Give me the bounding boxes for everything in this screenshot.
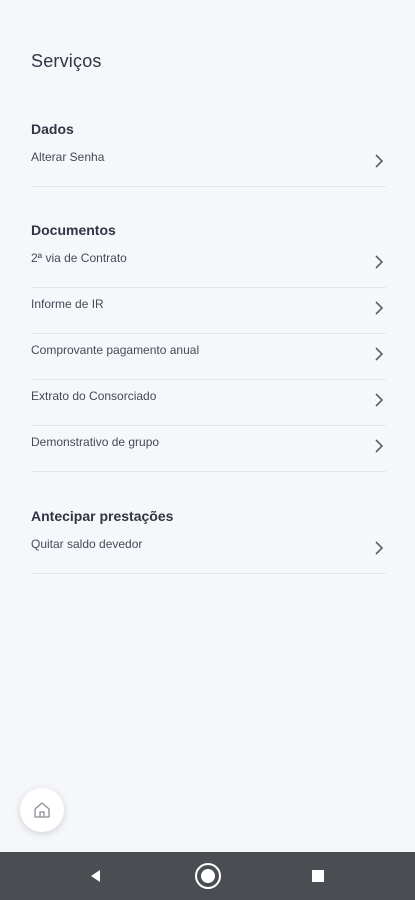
chevron-right-icon — [375, 255, 384, 269]
home-icon — [34, 802, 50, 818]
chevron-right-icon — [375, 154, 384, 168]
menu-item-label: Quitar saldo devedor — [31, 537, 143, 551]
menu-item-label: Extrato do Consorciado — [31, 389, 157, 403]
section-title-antecipar: Antecipar prestações — [31, 508, 174, 524]
section-documentos: Documentos 2ª via de Contrato Informe de… — [31, 220, 386, 472]
chevron-right-icon — [375, 301, 384, 315]
chevron-right-icon — [375, 347, 384, 361]
menu-item-segunda-via-contrato[interactable]: 2ª via de Contrato — [31, 242, 386, 288]
nav-back-button[interactable] — [84, 864, 108, 888]
menu-item-alterar-senha[interactable]: Alterar Senha — [31, 141, 386, 187]
menu-item-label: Comprovante pagamento anual — [31, 343, 200, 357]
section-title-documentos: Documentos — [31, 222, 116, 238]
menu-item-label: Informe de IR — [31, 297, 104, 311]
menu-item-label: Demonstrativo de grupo — [31, 435, 160, 449]
home-circle-icon — [195, 863, 221, 889]
menu-item-label: Alterar Senha — [31, 150, 105, 164]
chevron-right-icon — [375, 439, 384, 453]
page-title: Serviços — [31, 51, 102, 71]
menu-item-comprovante-pagamento[interactable]: Comprovante pagamento anual — [31, 334, 386, 380]
menu-item-label: 2ª via de Contrato — [31, 251, 127, 265]
section-dados: Dados Alterar Senha — [31, 119, 386, 187]
menu-item-extrato-consorciado[interactable]: Extrato do Consorciado — [31, 380, 386, 426]
menu-item-informe-ir[interactable]: Informe de IR — [31, 288, 386, 334]
recents-square-icon — [312, 870, 324, 882]
nav-home-button[interactable] — [194, 862, 222, 890]
back-triangle-icon — [91, 870, 100, 882]
nav-recents-button[interactable] — [306, 864, 330, 888]
menu-item-quitar-saldo[interactable]: Quitar saldo devedor — [31, 528, 386, 574]
system-navigation-bar — [0, 852, 415, 900]
chevron-right-icon — [375, 393, 384, 407]
menu-item-demonstrativo-grupo[interactable]: Demonstrativo de grupo — [31, 426, 386, 472]
section-title-dados: Dados — [31, 121, 74, 137]
chevron-right-icon — [375, 541, 384, 555]
section-antecipar-prestacoes: Antecipar prestações Quitar saldo devedo… — [31, 506, 386, 574]
home-button[interactable] — [20, 788, 64, 832]
